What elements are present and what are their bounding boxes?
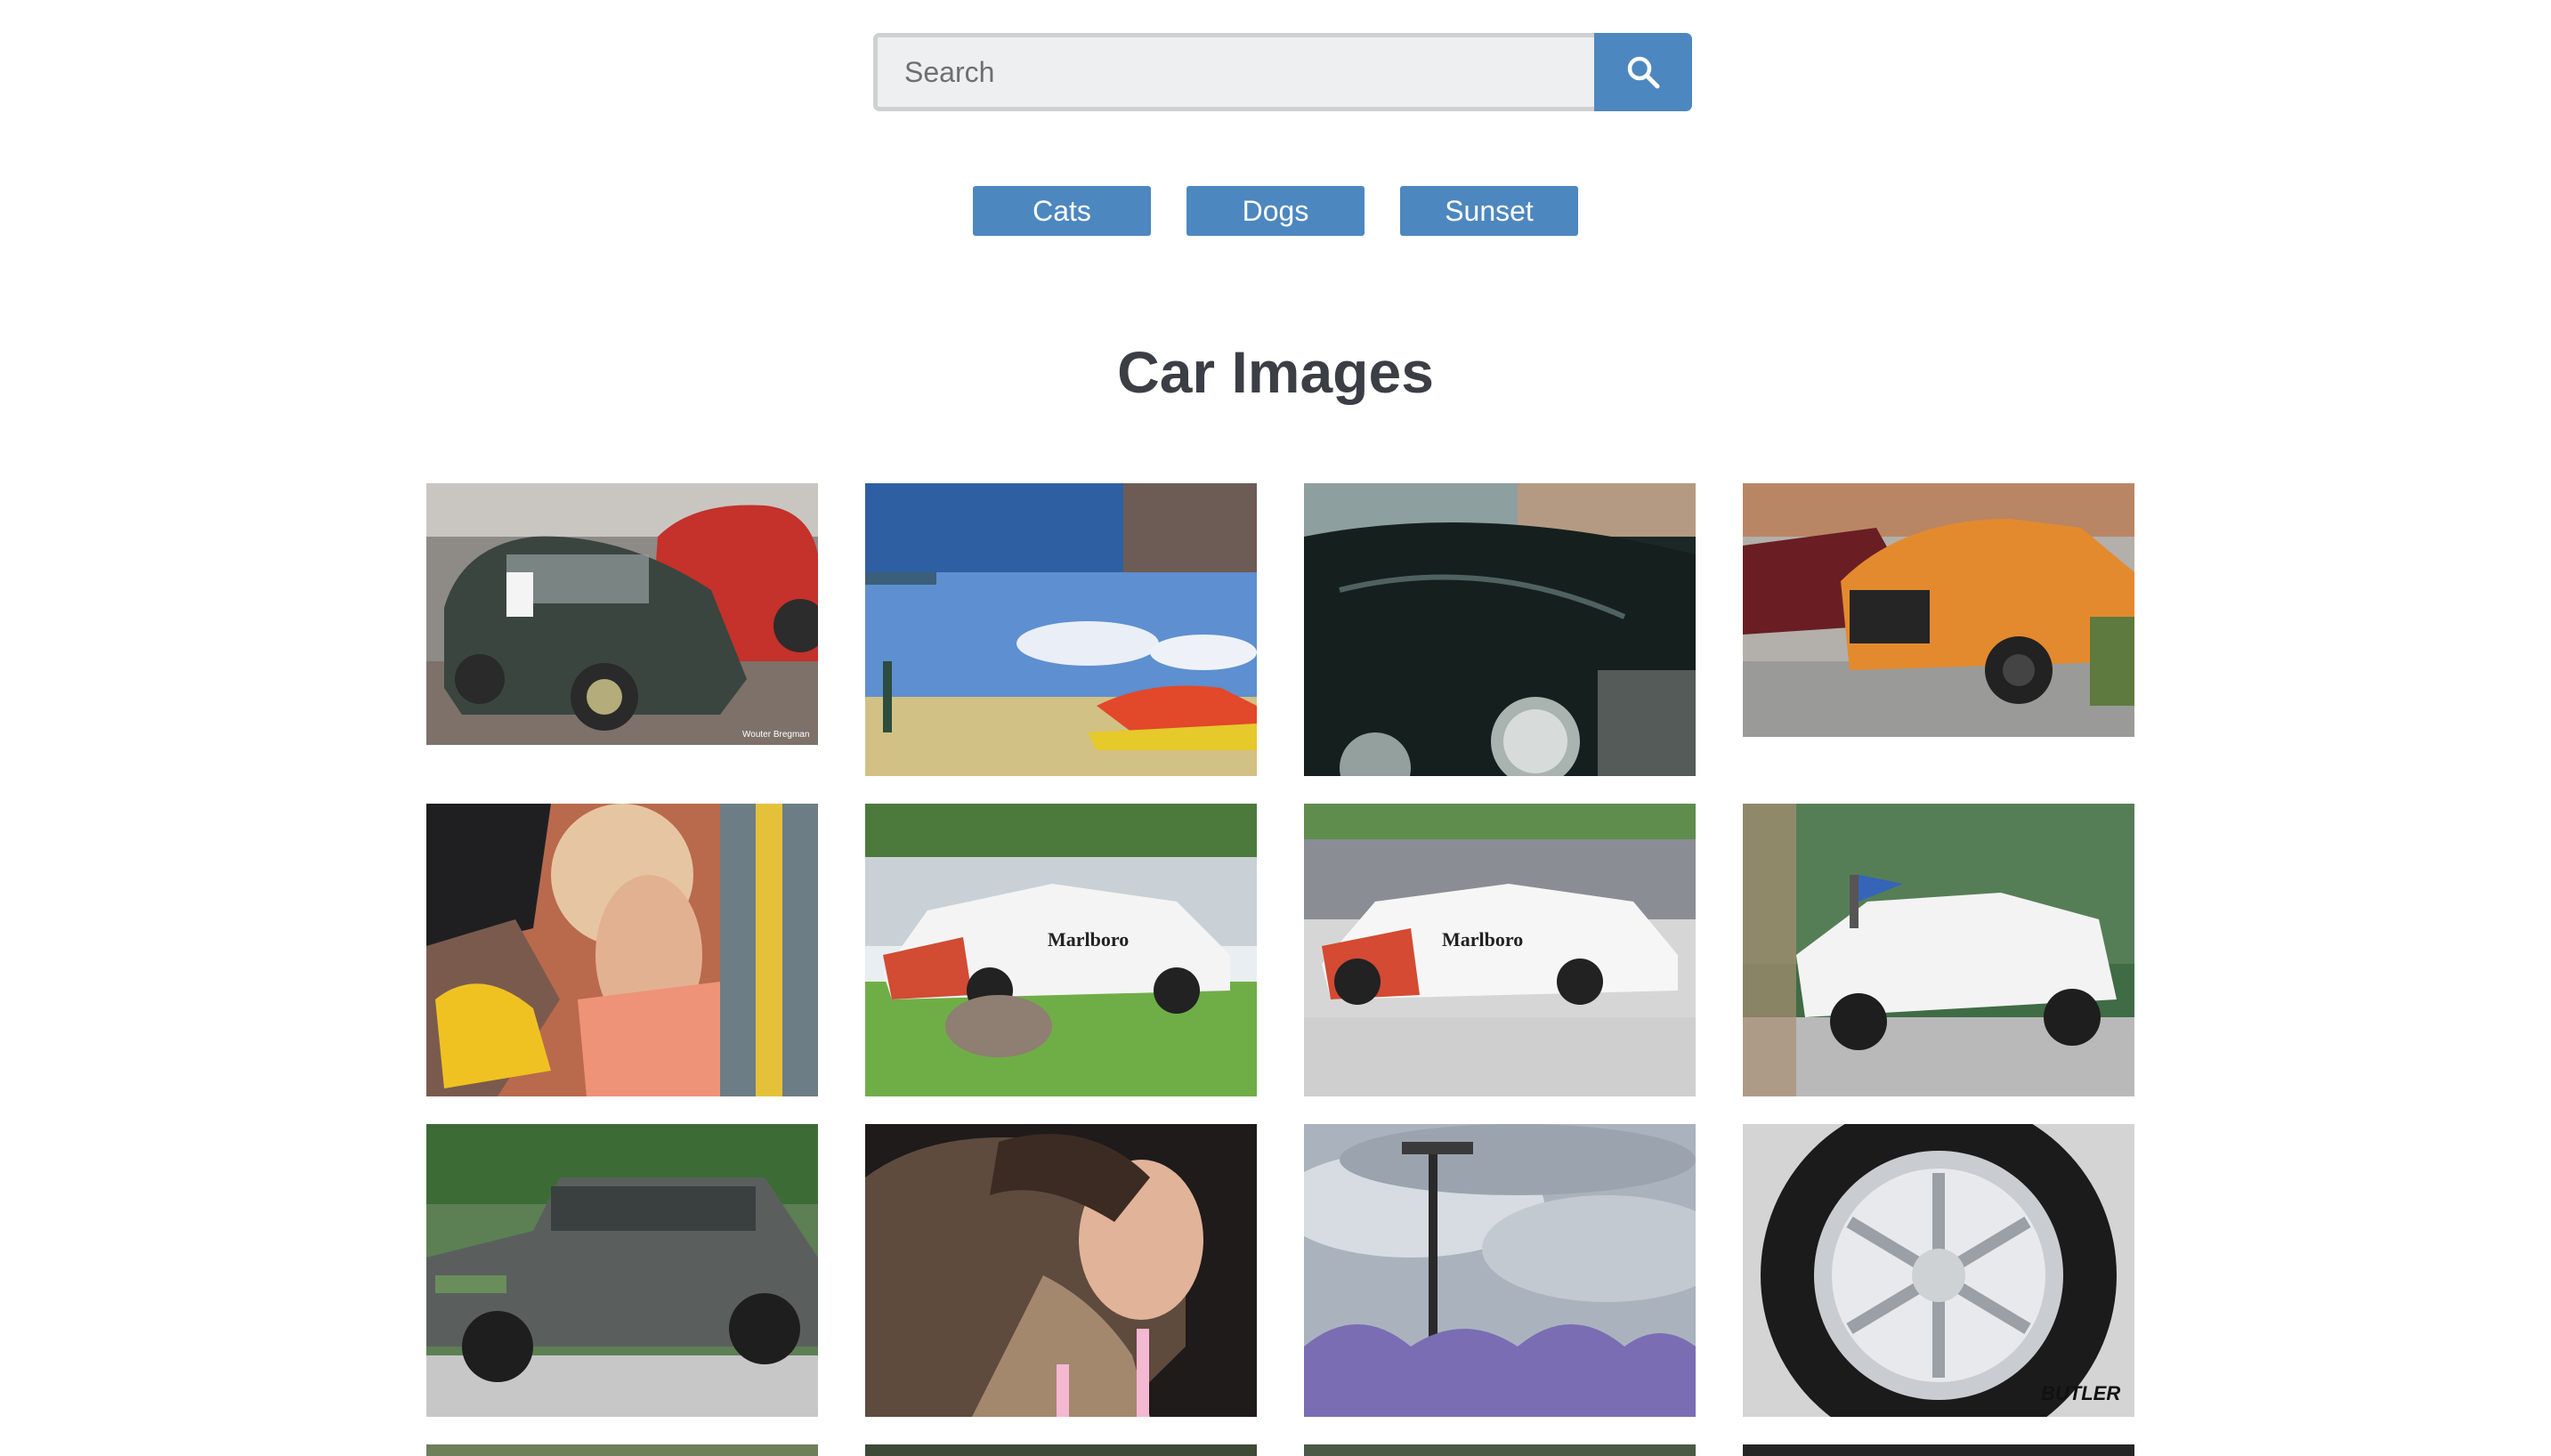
search-icon [1627,56,1660,89]
car-photo [1743,483,2134,737]
photo [426,1444,818,1456]
car-photo [1743,804,2134,1096]
category-buttons: Cats Dogs Sunset [0,186,2551,236]
search-button[interactable] [1594,33,1692,111]
section-title: Car Images [1117,339,1434,405]
image-tile-marlboro-mercedes-lot[interactable]: Marlboro [1304,804,1696,1096]
people-photo [426,804,818,1096]
photo-watermark: Wouter Bregman [742,730,809,740]
photo [1304,1444,1696,1456]
car-photo: Marlboro [1304,804,1696,1096]
image-tile-partial[interactable] [1304,1444,1696,1456]
car-photo [1304,483,1696,776]
category-button-cats[interactable]: Cats [973,186,1151,236]
image-tile-partial[interactable] [865,1444,1257,1456]
image-tile-woman-washing-car[interactable] [426,804,818,1096]
car-photo: Wouter Bregman [426,483,818,745]
category-button-dogs[interactable]: Dogs [1186,186,1365,236]
mural-photo [865,483,1257,776]
svg-text:Marlboro: Marlboro [1048,928,1129,950]
people-photo [865,1124,1257,1417]
image-tile-partial[interactable] [426,1444,818,1456]
photo-watermark: BUTLER [2041,1382,2120,1404]
image-tile-tattooed-woman[interactable] [865,1124,1257,1417]
image-tile-ram-trucks[interactable] [1743,483,2134,737]
image-tile-ford-raptor[interactable] [426,1124,818,1417]
image-tile-mural-wall[interactable] [865,483,1257,776]
image-tile-vintage-citroen[interactable]: Wouter Bregman [426,483,818,745]
image-tile-partial[interactable] [1743,1444,2134,1456]
image-tile-marlboro-mercedes-grass[interactable]: Marlboro [865,804,1257,1096]
page: Cats Dogs Sunset Car Images Wouter Bregm… [0,0,2551,1456]
photo [865,1444,1257,1456]
photo [1743,1444,2134,1456]
car-photo [426,1124,818,1417]
svg-text:Marlboro: Marlboro [1442,928,1523,950]
landscape-photo [1304,1124,1696,1417]
image-tile-jaguar-hood[interactable] [1304,483,1696,776]
image-tile-cloudy-sky-lavender[interactable] [1304,1124,1696,1417]
image-tile-chrome-wheel[interactable]: BUTLER [1743,1124,2134,1417]
image-tile-lifted-white-truck[interactable] [1743,804,2134,1096]
search-bar [873,33,1692,111]
search-input[interactable] [873,33,1594,111]
category-button-sunset[interactable]: Sunset [1400,186,1578,236]
car-photo: Marlboro [865,804,1257,1096]
car-photo: BUTLER [1743,1124,2134,1417]
